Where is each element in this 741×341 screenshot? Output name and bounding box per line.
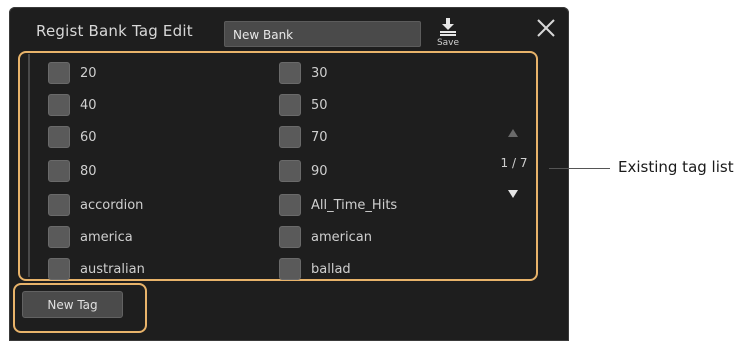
tag-checkbox[interactable] <box>48 258 70 280</box>
triangle-down-icon[interactable] <box>507 189 519 199</box>
tag-label: 60 <box>80 129 97 145</box>
tag-item[interactable]: 80 <box>48 159 97 183</box>
tag-checkbox[interactable] <box>48 194 70 216</box>
tag-item[interactable]: 60 <box>48 125 97 149</box>
save-label: Save <box>436 38 460 48</box>
page-indicator: 1 / 7 <box>500 156 528 170</box>
tag-label: america <box>80 229 133 245</box>
bank-name-field[interactable]: New Bank <box>224 21 421 47</box>
tag-label: 30 <box>311 65 328 81</box>
tag-label: All_Time_Hits <box>311 197 398 213</box>
tag-checkbox[interactable] <box>48 126 70 148</box>
tag-checkbox[interactable] <box>48 94 70 116</box>
tag-item[interactable]: ballad <box>279 257 351 281</box>
dialog-title: Regist Bank Tag Edit <box>36 22 193 40</box>
dialog-header: Regist Bank Tag Edit New Bank Save <box>9 7 569 55</box>
tag-item[interactable]: america <box>48 225 133 249</box>
tag-item[interactable]: 20 <box>48 61 97 85</box>
tag-label: 90 <box>311 163 328 179</box>
tag-checkbox[interactable] <box>279 226 301 248</box>
tag-item[interactable]: australian <box>48 257 145 281</box>
tag-item[interactable]: accordion <box>48 193 143 217</box>
tag-checkbox[interactable] <box>279 160 301 182</box>
tag-item[interactable]: 30 <box>279 61 328 85</box>
tag-label: 70 <box>311 129 328 145</box>
tag-label: ballad <box>311 261 351 277</box>
triangle-up-icon[interactable] <box>507 128 519 138</box>
tag-item[interactable]: american <box>279 225 372 249</box>
tag-checkbox[interactable] <box>279 258 301 280</box>
tag-label: american <box>311 229 372 245</box>
new-tag-button[interactable]: New Tag <box>22 291 123 318</box>
tag-checkbox[interactable] <box>279 94 301 116</box>
tag-label: 40 <box>80 97 97 113</box>
tag-item[interactable]: All_Time_Hits <box>279 193 397 217</box>
tag-checkbox[interactable] <box>48 160 70 182</box>
callout-line <box>549 168 610 169</box>
tag-checkbox[interactable] <box>48 226 70 248</box>
tag-item[interactable]: 40 <box>48 93 97 117</box>
tag-label: australian <box>80 261 145 277</box>
close-icon[interactable] <box>535 17 557 39</box>
tag-label: 50 <box>311 97 328 113</box>
tag-item[interactable]: 90 <box>279 159 328 183</box>
tag-list-scrollbar[interactable] <box>28 54 30 277</box>
tag-checkbox[interactable] <box>279 194 301 216</box>
tag-label: 80 <box>80 163 97 179</box>
existing-tag-list-callout: Existing tag list <box>618 158 734 176</box>
save-button[interactable]: Save <box>434 17 462 53</box>
tag-item[interactable]: 70 <box>279 125 328 149</box>
tag-label: 20 <box>80 65 97 81</box>
tag-label: accordion <box>80 197 144 213</box>
tag-item[interactable]: 50 <box>279 93 328 117</box>
tag-checkbox[interactable] <box>48 62 70 84</box>
tag-checkbox[interactable] <box>279 126 301 148</box>
tag-checkbox[interactable] <box>279 62 301 84</box>
save-icon <box>440 18 456 36</box>
